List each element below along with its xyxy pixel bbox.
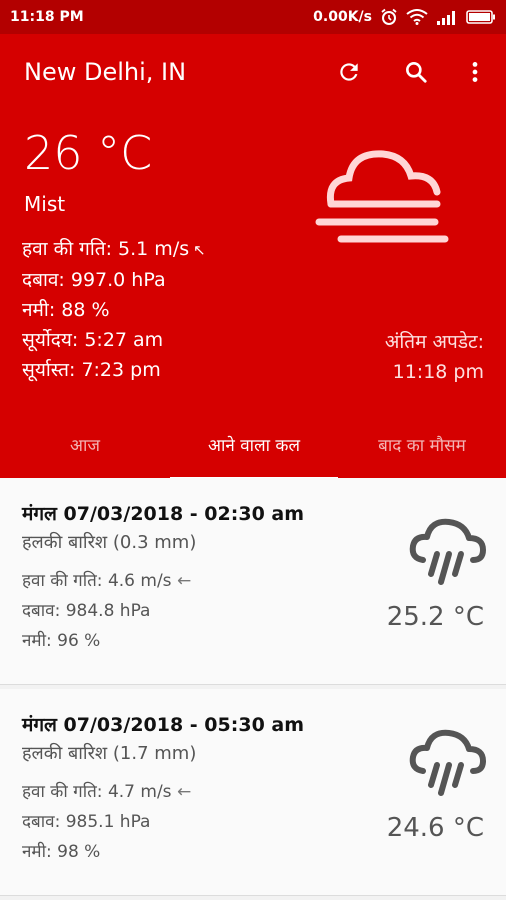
forecast-wind-row: हवा की गति: 4.6 m/s ← [22,566,191,596]
sunset: सूर्यास्त: 7:23 pm [22,359,161,381]
sunrise: सूर्योदय: 5:27 am [22,329,164,351]
wind-direction-icon: ← [176,571,192,591]
last-update: अंतिम अपडेट: 11:18 pm [385,327,484,387]
forecast-wind: हवा की गति: 4.7 m/s [22,782,172,802]
forecast-details: हवा की गति: 4.6 m/s ← दबाव: 984.8 hPa नम… [22,566,191,656]
battery-icon [466,9,496,25]
forecast-temperature: 24.6 °C [386,813,484,843]
mist-icon [315,150,449,243]
forecast-condition: हलकी बारिश (1.7 mm) [22,743,197,764]
alarm-icon [380,8,398,26]
weather-description: Mist [24,192,66,216]
forecast-details: हवा की गति: 4.7 m/s ← दबाव: 985.1 hPa नम… [22,777,191,867]
tab-today[interactable]: आज [0,429,170,478]
network-speed: 0.00K/s [313,9,372,25]
last-update-label: अंतिम अपडेट: [384,331,484,353]
rain-icon [409,518,486,585]
forecast-date: मंगल 07/03/2018 - 05:30 am [22,714,305,736]
search-button[interactable] [400,56,432,88]
forecast-card[interactable]: मंगल 07/03/2018 - 02:30 am हलकी बारिश (0… [0,478,506,685]
last-update-time: 11:18 pm [392,361,484,383]
refresh-icon [340,63,358,81]
wind-direction-icon: ← [176,782,192,802]
wind-direction-icon: ↖ [193,241,206,259]
rain-icon [409,729,486,796]
status-bar: 11:18 PM 0.00K/s [0,0,506,34]
forecast-humidity: नमी: 96 % [22,631,101,651]
refresh-button[interactable] [333,56,365,88]
forecast-wind-row: हवा की गति: 4.7 m/s ← [22,777,191,807]
forecast-pressure: दबाव: 985.1 hPa [22,812,151,832]
forecast-wind: हवा की गति: 4.6 m/s [22,571,172,591]
wifi-icon [406,9,428,25]
status-icons: 0.00K/s [313,8,496,26]
more-vert-icon [472,62,478,82]
forecast-card[interactable]: मंगल 07/03/2018 - 05:30 am हलकी बारिश (1… [0,689,506,896]
forecast-date: मंगल 07/03/2018 - 02:30 am [22,503,305,525]
forecast-condition: हलकी बारिश (0.3 mm) [22,532,197,553]
tab-later[interactable]: बाद का मौसम [338,429,506,478]
search-icon [406,62,427,83]
overflow-menu-button[interactable] [459,56,491,88]
wind-row: हवा की गति: 5.1 m/s ↖ [22,234,206,265]
forecast-pressure: दबाव: 984.8 hPa [22,601,151,621]
forecast-humidity: नमी: 98 % [22,842,101,862]
forecast-temperature: 25.2 °C [386,602,484,632]
signal-icon [436,9,458,25]
wind-speed: हवा की गति: 5.1 m/s [22,238,190,260]
city-title: New Delhi, IN [24,58,187,86]
pressure: दबाव: 997.0 hPa [22,269,166,291]
tab-tomorrow[interactable]: आने वाला कल [170,429,338,478]
current-details: हवा की गति: 5.1 m/s ↖ दबाव: 997.0 hPa नमी… [22,234,206,385]
current-temperature: 26 °C [24,126,153,180]
weather-header: New Delhi, IN 26 °C Mist हवा की गति: 5.1… [0,34,506,480]
day-tabs: आज आने वाला कल बाद का मौसम [0,429,506,478]
status-time: 11:18 PM [10,9,84,25]
humidity: नमी: 88 % [22,299,110,321]
